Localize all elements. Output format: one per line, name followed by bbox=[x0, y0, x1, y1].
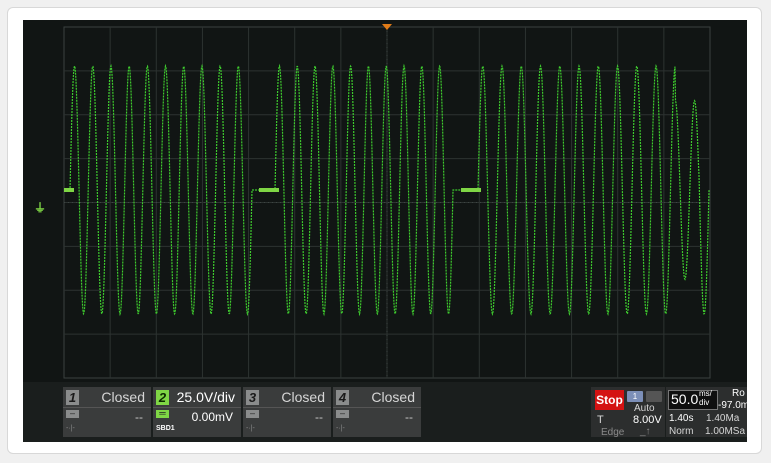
channel-1-status: Closed bbox=[101, 389, 145, 405]
record-length: 1.40Ma bbox=[706, 413, 740, 424]
edge-rising-icon: _↑ bbox=[640, 426, 651, 437]
ground-segment bbox=[461, 188, 481, 192]
channel-1-minus-icon: – bbox=[66, 409, 79, 418]
timebase-unit-top: ms/ bbox=[699, 389, 712, 398]
channel-3-status: Closed bbox=[281, 389, 325, 405]
trigger-mode: Auto bbox=[634, 403, 655, 414]
waveform-display bbox=[63, 24, 711, 379]
ground-arrow-icon: ⏚ bbox=[34, 201, 47, 215]
channel-3-number: 3 bbox=[246, 390, 259, 405]
channel-2-scale: 25.0V/div bbox=[176, 389, 235, 405]
channel-3-panel[interactable]: 3 Closed – -- -·|- bbox=[243, 387, 331, 437]
channel-4-coupling-icon: -·|- bbox=[336, 425, 345, 432]
timebase-unit-bottom: div bbox=[699, 398, 710, 407]
channel-1-panel[interactable]: 1 Closed – -- -·|- bbox=[63, 387, 151, 437]
channel-2-ground-marker[interactable]: ⏚ bbox=[34, 199, 46, 216]
oscilloscope-screen bbox=[23, 20, 747, 442]
channel-1-value: -- bbox=[135, 410, 143, 424]
channel-2-tag: SBD1 bbox=[156, 425, 175, 432]
channel-3-coupling-icon: -·|- bbox=[246, 425, 255, 432]
timebase-position: 1.40s bbox=[669, 413, 694, 424]
channel-2-number: 2 bbox=[156, 390, 169, 405]
trigger-slope-icon[interactable] bbox=[646, 391, 662, 402]
trigger-source: T bbox=[597, 414, 604, 426]
channel-3-minus-icon: – bbox=[246, 409, 259, 418]
run-stop-button[interactable]: Stop bbox=[595, 390, 624, 410]
channel-1-number: 1 bbox=[66, 390, 79, 405]
sample-rate: 1.00MSa bbox=[705, 426, 746, 437]
timebase-offset: -97.0m bbox=[718, 400, 750, 411]
channel-3-value: -- bbox=[315, 410, 323, 424]
trigger-level: 8.00V bbox=[633, 414, 662, 426]
channel-4-minus-icon: – bbox=[336, 409, 349, 418]
channel-4-number: 4 bbox=[336, 390, 349, 405]
trigger-mode-icon[interactable]: 1 bbox=[627, 391, 643, 402]
trigger-type: Edge bbox=[601, 427, 625, 438]
timebase-value: 50.0 bbox=[671, 391, 699, 407]
channel-4-panel[interactable]: 4 Closed – -- -·|- bbox=[333, 387, 421, 437]
acquisition-mode: Norm bbox=[669, 426, 694, 437]
ground-segment bbox=[64, 188, 74, 192]
channel-2-panel[interactable]: 2 25.0V/div ═ 0.00mV SBD1 bbox=[153, 387, 241, 437]
channel-4-value: -- bbox=[405, 410, 413, 424]
channel-4-status: Closed bbox=[371, 389, 415, 405]
ground-segment bbox=[259, 188, 279, 192]
channel-2-offset: 0.00mV bbox=[191, 410, 233, 424]
channel-1-coupling-icon: -·|- bbox=[66, 425, 75, 432]
channel-2-dc-icon: ═ bbox=[156, 409, 169, 418]
roll-mode: Ro bbox=[732, 388, 745, 399]
